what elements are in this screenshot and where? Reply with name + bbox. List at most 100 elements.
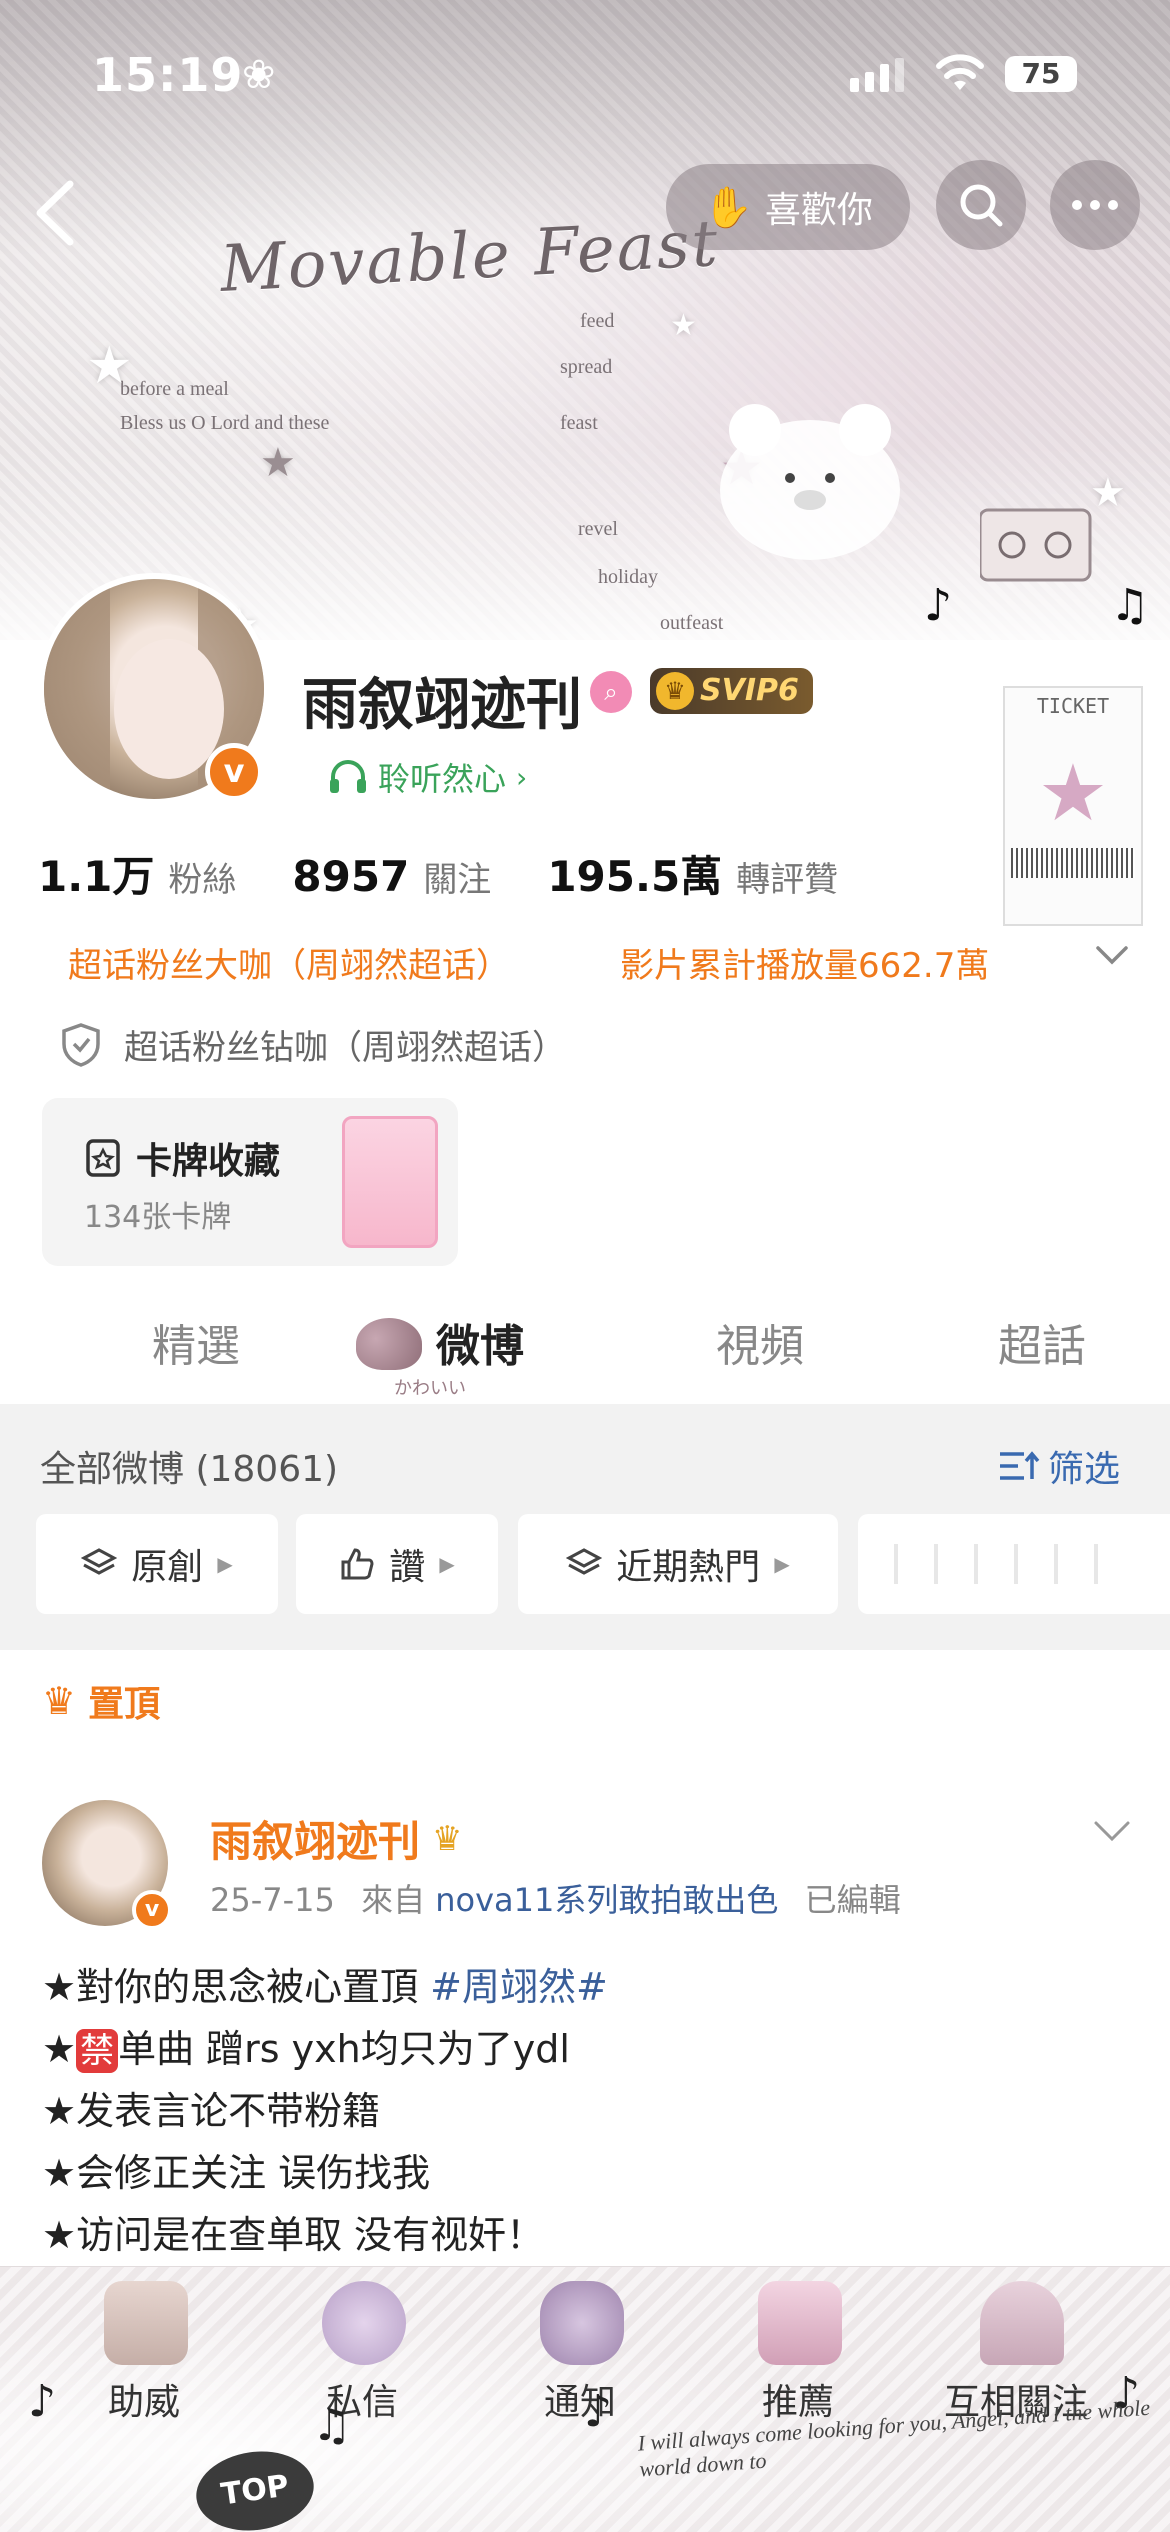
stat-label: 粉絲 bbox=[168, 860, 237, 900]
tab-featured[interactable]: 精選 bbox=[152, 1310, 240, 1374]
back-arrow-icon[interactable] bbox=[30, 178, 80, 248]
post-edited: 已編輯 bbox=[804, 1881, 901, 1919]
profile-username: 雨叙翊迹刊 bbox=[302, 673, 582, 738]
expand-chevron-icon[interactable] bbox=[1094, 940, 1130, 970]
card-thumbnail bbox=[342, 1116, 438, 1248]
tab-videos[interactable]: 視頻 bbox=[716, 1310, 804, 1374]
video-plays-tag[interactable]: 影片累計播放量662.7萬 bbox=[620, 938, 989, 987]
chip-original[interactable]: 原創 ▶ bbox=[36, 1514, 278, 1614]
music-note-icon: ♪ bbox=[28, 2376, 57, 2427]
stat-followers[interactable]: 1.1万 粉絲 bbox=[38, 843, 236, 904]
wifi-icon bbox=[936, 54, 984, 90]
pink-search-badge-icon[interactable]: ⌕ bbox=[590, 671, 632, 713]
listen-label: 聆听然心 bbox=[378, 760, 507, 798]
hand-icon: ✋ bbox=[703, 184, 753, 231]
all-posts-count: 全部微博 (18061) bbox=[40, 1449, 339, 1490]
filter-button[interactable]: 筛选 bbox=[998, 1440, 1120, 1492]
stat-number: 195.5萬 bbox=[547, 852, 723, 901]
search-icon bbox=[960, 184, 1003, 227]
crown-icon: ♛ bbox=[42, 1679, 77, 1723]
feed-filter-bar: 全部微博 (18061) 筛选 原創 ▶ 讚 ▶ 近期熱門 ▶ bbox=[0, 1404, 1170, 1650]
comb-icon bbox=[980, 2281, 1064, 2365]
chip-likes[interactable]: 讚 ▶ bbox=[296, 1514, 498, 1614]
teddy-bear-decoration bbox=[720, 404, 900, 560]
like-you-label: 喜歡你 bbox=[764, 190, 873, 231]
post-date: 25-7-15 bbox=[210, 1881, 335, 1919]
post-line: ★ 禁单曲 蹭rs yxh均只为了ydl bbox=[42, 2018, 608, 2080]
like-you-button[interactable]: ✋ 喜歡你 bbox=[666, 164, 910, 250]
kawaii-label: かわいい bbox=[394, 1378, 466, 1399]
barcode-decoration bbox=[1011, 848, 1135, 878]
svip-label: SVIP6 bbox=[700, 673, 799, 708]
tab-supertopic[interactable]: 超話 bbox=[998, 1310, 1086, 1374]
triangle-right-icon: ▶ bbox=[774, 1552, 790, 1576]
layers-icon bbox=[81, 1548, 118, 1575]
star-decoration-icon: ★ bbox=[86, 336, 133, 396]
music-note-icon: ♫ bbox=[312, 2400, 352, 2451]
profile-tabs: 精選 微博 かわいい 視頻 超話 bbox=[0, 1270, 1170, 1404]
crown-icon: ♛ bbox=[432, 1818, 463, 1859]
triangle-right-icon: ▶ bbox=[217, 1552, 233, 1576]
banner-text-line: holiday bbox=[598, 566, 658, 588]
post-from: 來自 bbox=[361, 1881, 426, 1919]
ban-emoji-icon: 禁 bbox=[76, 2029, 119, 2073]
supertopic-diamond-row[interactable]: 超话粉丝钻咖（周翊然超话） bbox=[60, 1020, 566, 1069]
chip-label: 原創 bbox=[131, 1547, 204, 1588]
filter-label: 筛选 bbox=[1048, 1449, 1121, 1490]
supertopic-fan-tag[interactable]: 超话粉丝大咖（周翊然超话） bbox=[68, 938, 510, 987]
card-collection-title: 卡牌收藏 bbox=[136, 1141, 281, 1182]
post-text: 单曲 蹭rs yxh均只为了ydl bbox=[118, 2027, 570, 2071]
chip-more[interactable] bbox=[858, 1514, 1170, 1614]
headphones-icon bbox=[330, 760, 366, 793]
hashtag-link[interactable]: #周翊然# bbox=[430, 1965, 608, 2009]
banner-title: Movable Feast bbox=[218, 206, 722, 308]
chip-label: 近期熱門 bbox=[616, 1547, 761, 1588]
post-meta: 25-7-15 來自 nova11系列敢拍敢出色 已編輯 bbox=[210, 1875, 901, 1921]
svip-badge[interactable]: ♛ SVIP6 bbox=[650, 668, 813, 714]
heart-decoration-icon bbox=[356, 1318, 422, 1370]
star-decoration-icon: ★ bbox=[1039, 719, 1107, 847]
supertopic-diamond-label: 超话粉丝钻咖（周翊然超话） bbox=[124, 1028, 566, 1068]
stat-following[interactable]: 8957 關注 bbox=[292, 852, 491, 901]
more-options-button[interactable] bbox=[1050, 160, 1140, 250]
star-char: ★ bbox=[42, 2027, 77, 2071]
triangle-right-icon: ▶ bbox=[439, 1552, 455, 1576]
star-decoration-icon: ★ bbox=[260, 440, 296, 486]
banner-text-line: feast bbox=[560, 412, 598, 434]
mirror-icon bbox=[322, 2281, 406, 2365]
banner-text-line: revel bbox=[578, 518, 618, 540]
chip-label: 讚 bbox=[389, 1547, 426, 1588]
stat-reposts-likes[interactable]: 195.5萬 轉評贊 bbox=[547, 843, 838, 904]
post-source[interactable]: nova11系列敢拍敢出色 bbox=[435, 1881, 778, 1919]
more-dots-icon bbox=[1072, 200, 1118, 210]
search-button[interactable] bbox=[936, 160, 1026, 250]
post-line: ★對你的思念被心置頂 #周翊然# bbox=[42, 1956, 608, 2018]
post-text: ★對你的思念被心置頂 bbox=[42, 1965, 431, 2009]
status-bar: 15:19 ❀ 75 bbox=[0, 0, 1170, 140]
listen-link[interactable]: 聆听然心 › bbox=[328, 754, 527, 800]
nav-cheer[interactable]: 助威 bbox=[108, 2373, 180, 2425]
banner-text-line: feed bbox=[580, 310, 615, 332]
music-note-icon: ♪ bbox=[584, 2386, 613, 2437]
cassette-decoration bbox=[980, 508, 1092, 582]
card-icon bbox=[86, 1139, 120, 1177]
pinned-label-row: ♛ 置頂 bbox=[42, 1675, 160, 1727]
paw-icon: ❀ bbox=[242, 52, 276, 98]
chip-recent-hot[interactable]: 近期熱門 ▶ bbox=[518, 1514, 838, 1614]
crown-icon: ♛ bbox=[656, 672, 694, 710]
chevron-right-icon: › bbox=[516, 760, 528, 794]
tab-weibo[interactable]: 微博 bbox=[436, 1310, 524, 1374]
loading-placeholder bbox=[894, 1544, 1134, 1584]
stat-number: 1.1万 bbox=[38, 852, 155, 901]
shield-icon bbox=[62, 1022, 100, 1067]
banner-text-line: spread bbox=[560, 356, 613, 378]
devil-gadget-icon bbox=[540, 2281, 624, 2365]
post-author[interactable]: 雨叙翊迹刊 ♛ bbox=[210, 1808, 463, 1869]
post-menu-chevron-icon[interactable] bbox=[1092, 1815, 1132, 1847]
camera-icon bbox=[104, 2281, 188, 2365]
stat-label: 關注 bbox=[423, 860, 492, 900]
filter-icon bbox=[1000, 1451, 1040, 1480]
post-line: ★发表言论不带粉籍 bbox=[42, 2089, 381, 2133]
card-collection[interactable]: 卡牌收藏 134张卡牌 bbox=[42, 1098, 458, 1266]
thumbs-up-icon bbox=[341, 1548, 374, 1580]
